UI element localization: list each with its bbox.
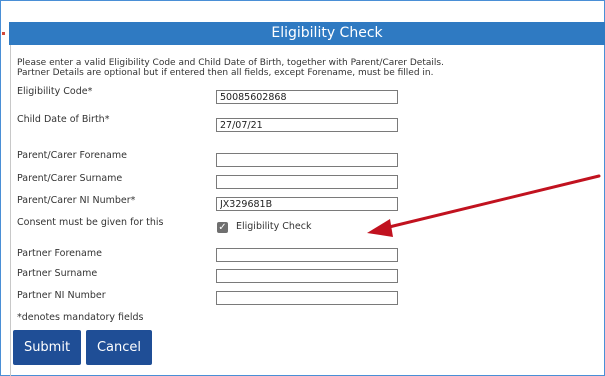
annotation-arrow-icon xyxy=(367,174,601,237)
